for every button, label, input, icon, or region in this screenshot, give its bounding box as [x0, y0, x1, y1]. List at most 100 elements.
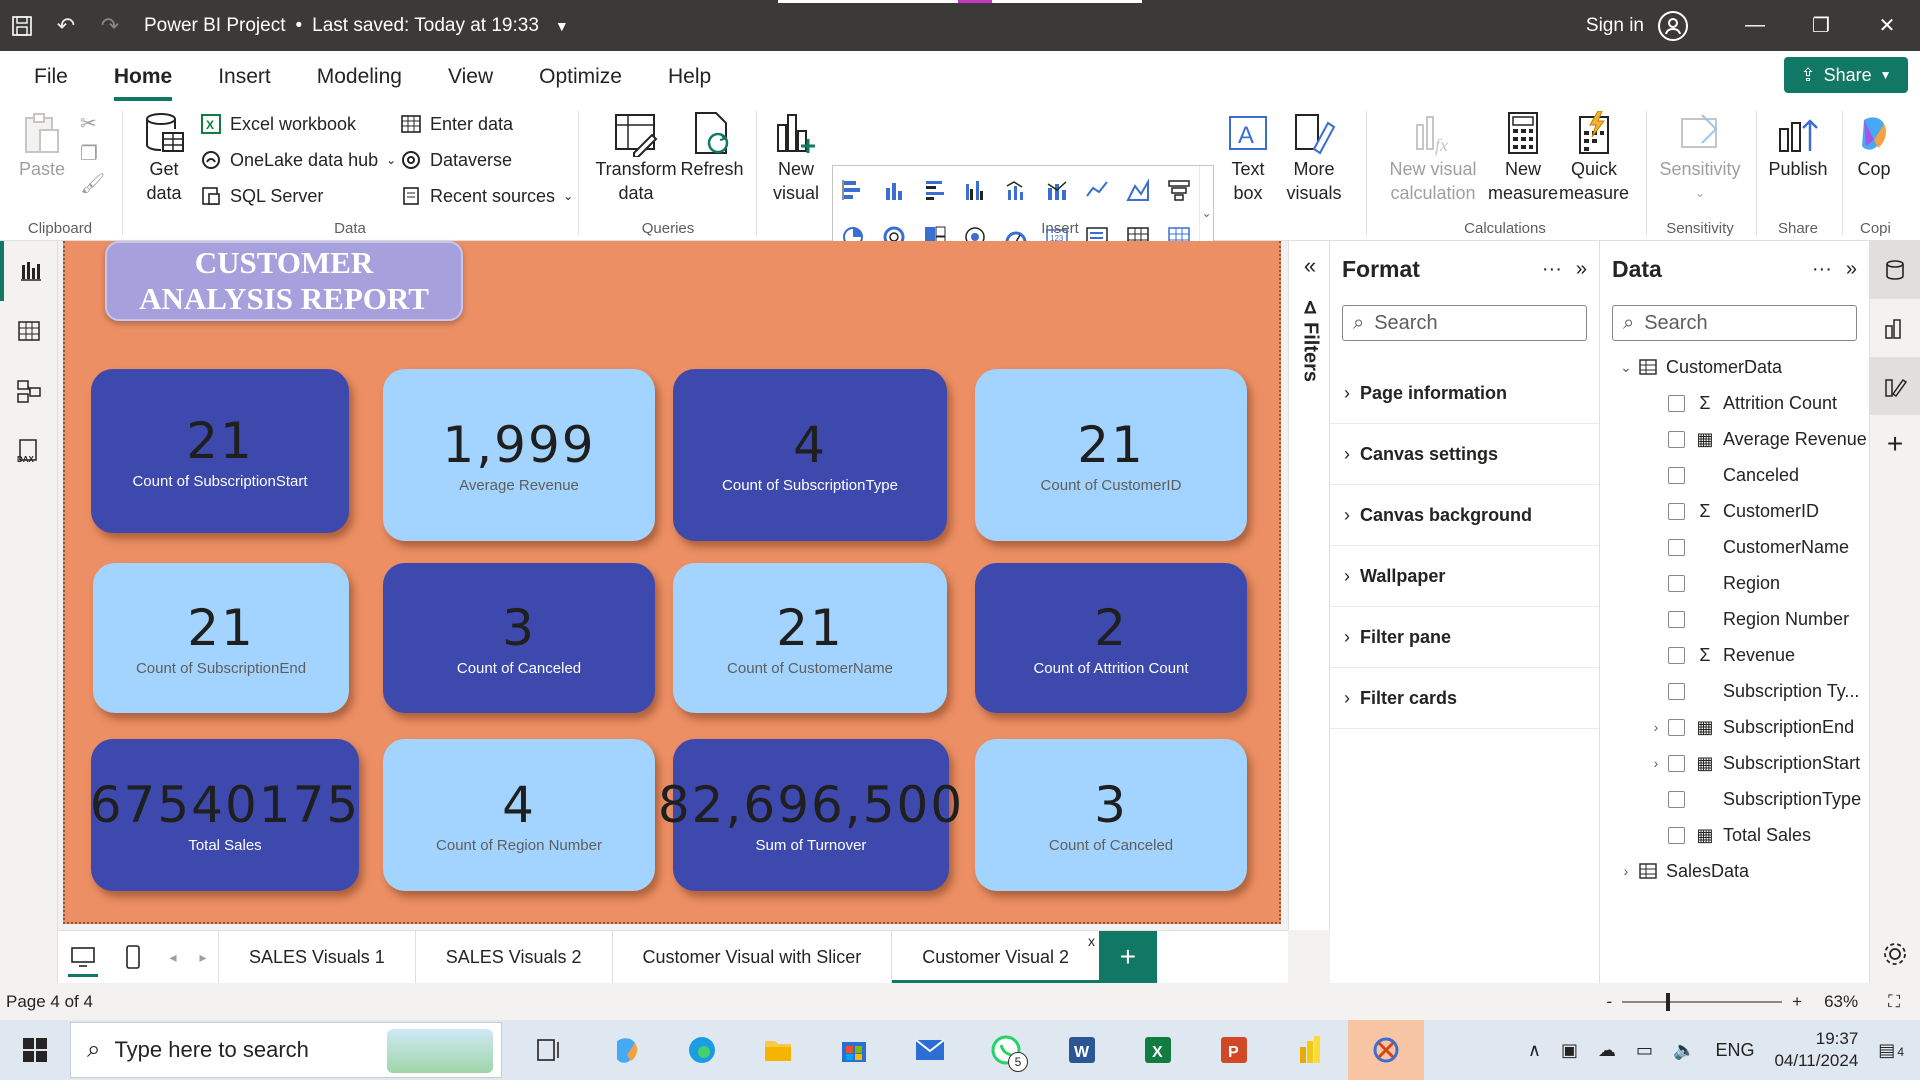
share-button[interactable]: ⇪ Share ▼ [1784, 57, 1908, 93]
format-section-canvas-background[interactable]: › Canvas background [1330, 485, 1599, 546]
data-pane-toggle-icon[interactable] [1870, 241, 1920, 299]
taskbar-search-input[interactable]: ⌕ Type here to search [70, 1022, 502, 1078]
refresh-button[interactable]: Refresh [676, 111, 748, 181]
more-options-icon[interactable]: ··· [1542, 258, 1562, 281]
field-item[interactable]: › ▦ SubscriptionEnd [1600, 709, 1869, 745]
close-button[interactable]: ✕ [1854, 0, 1920, 51]
copy-icon[interactable]: ❐ [80, 141, 98, 166]
field-item[interactable]: ▦ Total Sales [1600, 817, 1869, 853]
task-view-icon[interactable] [512, 1020, 588, 1080]
volume-icon[interactable]: 🔈 [1673, 1040, 1695, 1061]
powerpoint-icon[interactable]: P [1196, 1020, 1272, 1080]
report-title-box[interactable]: CUSTOMER ANALYSIS REPORT [105, 241, 463, 321]
menu-help[interactable]: Help [668, 65, 711, 89]
copilot-app-icon[interactable] [588, 1020, 664, 1080]
publish-button[interactable]: Publish [1764, 111, 1832, 181]
field-item[interactable]: ▦ Average Revenue [1600, 421, 1869, 457]
field-checkbox[interactable] [1668, 826, 1685, 844]
file-explorer-icon[interactable] [740, 1020, 816, 1080]
dax-query-view-icon[interactable]: DAX [0, 421, 58, 481]
kpi-card[interactable]: 21 Count of SubscriptionStart [91, 369, 349, 533]
table-node-salesdata[interactable]: › SalesData [1600, 853, 1869, 889]
save-icon[interactable] [0, 0, 44, 51]
kpi-card[interactable]: 3 Count of Canceled [975, 739, 1247, 891]
format-painter-icon[interactable]: 🖌 [80, 171, 105, 196]
microsoft-store-icon[interactable] [816, 1020, 892, 1080]
sign-in-link[interactable]: Sign in [1586, 15, 1644, 37]
expand-filters-icon[interactable]: « [1289, 253, 1331, 279]
new-measure-button[interactable]: New measure [1488, 111, 1558, 205]
kpi-card[interactable]: 3 Count of Canceled [383, 563, 655, 713]
field-item[interactable]: Region [1600, 565, 1869, 601]
page-tab[interactable]: Customer Visual with Slicer [611, 931, 892, 983]
page-tab-active[interactable]: Customer Visual 2 x [891, 931, 1099, 983]
field-checkbox[interactable] [1668, 502, 1685, 520]
recent-sources-button[interactable]: Recent sources ⌄ [400, 185, 573, 207]
field-item[interactable]: Σ Attrition Count [1600, 385, 1869, 421]
field-item[interactable]: Σ Revenue [1600, 637, 1869, 673]
report-view-icon[interactable] [0, 241, 58, 301]
field-checkbox[interactable] [1668, 754, 1685, 772]
menu-insert[interactable]: Insert [218, 65, 271, 89]
excel-app-icon[interactable]: X [1120, 1020, 1196, 1080]
account-icon[interactable] [1658, 10, 1688, 41]
zoom-slider[interactable] [1622, 992, 1783, 1011]
field-checkbox[interactable] [1668, 646, 1685, 664]
zoom-in-button[interactable]: + [1792, 992, 1802, 1012]
format-section-filter-cards[interactable]: › Filter cards [1330, 668, 1599, 729]
line-chart-icon[interactable] [1084, 177, 1110, 203]
chevron-right-icon[interactable]: › [1644, 755, 1668, 771]
menu-view[interactable]: View [448, 65, 493, 89]
field-item[interactable]: CustomerName [1600, 529, 1869, 565]
new-visual-button[interactable]: New visual [768, 111, 824, 205]
sql-server-button[interactable]: SQL Server [200, 185, 323, 207]
field-checkbox[interactable] [1668, 718, 1685, 736]
previous-page-icon[interactable]: ◂ [158, 931, 188, 983]
whatsapp-icon[interactable]: 5 [968, 1020, 1044, 1080]
settings-gear-icon[interactable] [1870, 925, 1920, 983]
restore-button[interactable]: ❐ [1788, 0, 1854, 51]
kpi-card[interactable]: 67540175 Total Sales [90, 739, 359, 891]
field-checkbox[interactable] [1668, 682, 1685, 700]
get-data-button[interactable]: Get data [136, 111, 192, 205]
kpi-card[interactable]: 82,696,500 Sum of Turnover [658, 739, 962, 891]
clustered-bar-chart-icon[interactable] [922, 177, 948, 203]
stacked-column-chart-icon[interactable] [881, 177, 907, 203]
report-canvas[interactable]: CUSTOMER ANALYSIS REPORT 21 Count of Sub… [63, 241, 1281, 924]
more-visuals-button[interactable]: More visuals [1278, 111, 1350, 205]
kpi-card[interactable]: 1,999 Average Revenue [383, 369, 655, 541]
field-item[interactable]: › ▦ SubscriptionStart [1600, 745, 1869, 781]
build-visual-icon[interactable] [1870, 299, 1920, 357]
more-options-icon[interactable]: ··· [1812, 258, 1832, 281]
mobile-layout-icon[interactable] [108, 931, 158, 983]
field-checkbox[interactable] [1668, 790, 1685, 808]
word-icon[interactable]: W [1044, 1020, 1120, 1080]
kpi-card[interactable]: 2 Count of Attrition Count [975, 563, 1247, 713]
next-page-icon[interactable]: ▸ [188, 931, 218, 983]
add-pane-icon[interactable]: + [1870, 415, 1920, 473]
add-page-button[interactable]: + [1098, 931, 1157, 983]
battery-icon[interactable]: ▭ [1636, 1040, 1653, 1061]
minimize-button[interactable]: — [1722, 0, 1788, 51]
cut-icon[interactable]: ✂ [80, 111, 97, 136]
field-checkbox[interactable] [1668, 430, 1685, 448]
field-item[interactable]: Region Number [1600, 601, 1869, 637]
field-item[interactable]: Canceled [1600, 457, 1869, 493]
field-checkbox[interactable] [1668, 574, 1685, 592]
menu-file[interactable]: File [34, 65, 68, 89]
language-indicator[interactable]: ENG [1715, 1040, 1754, 1061]
zoom-out-button[interactable]: - [1606, 992, 1612, 1012]
format-search-input[interactable]: ⌕ Search [1342, 305, 1587, 341]
table-node-customerdata[interactable]: ⌄ CustomerData [1600, 349, 1869, 385]
field-checkbox[interactable] [1668, 610, 1685, 628]
chevron-up-icon[interactable]: ∧ [1528, 1040, 1541, 1061]
ribbon-chart-icon[interactable] [1044, 177, 1070, 203]
filters-pane-collapsed[interactable]: « ⊲ Filters [1288, 241, 1330, 930]
field-item[interactable]: Subscription Ty... [1600, 673, 1869, 709]
sensitivity-button[interactable]: Sensitivity ⌄ [1654, 111, 1746, 205]
area-chart-icon[interactable] [1125, 177, 1151, 203]
kpi-card[interactable]: 4 Count of SubscriptionType [673, 369, 947, 541]
close-tab-icon[interactable]: x [1088, 933, 1095, 949]
chevron-down-icon[interactable]: ▼ [555, 18, 569, 34]
clock[interactable]: 19:37 04/11/2024 [1774, 1028, 1858, 1072]
